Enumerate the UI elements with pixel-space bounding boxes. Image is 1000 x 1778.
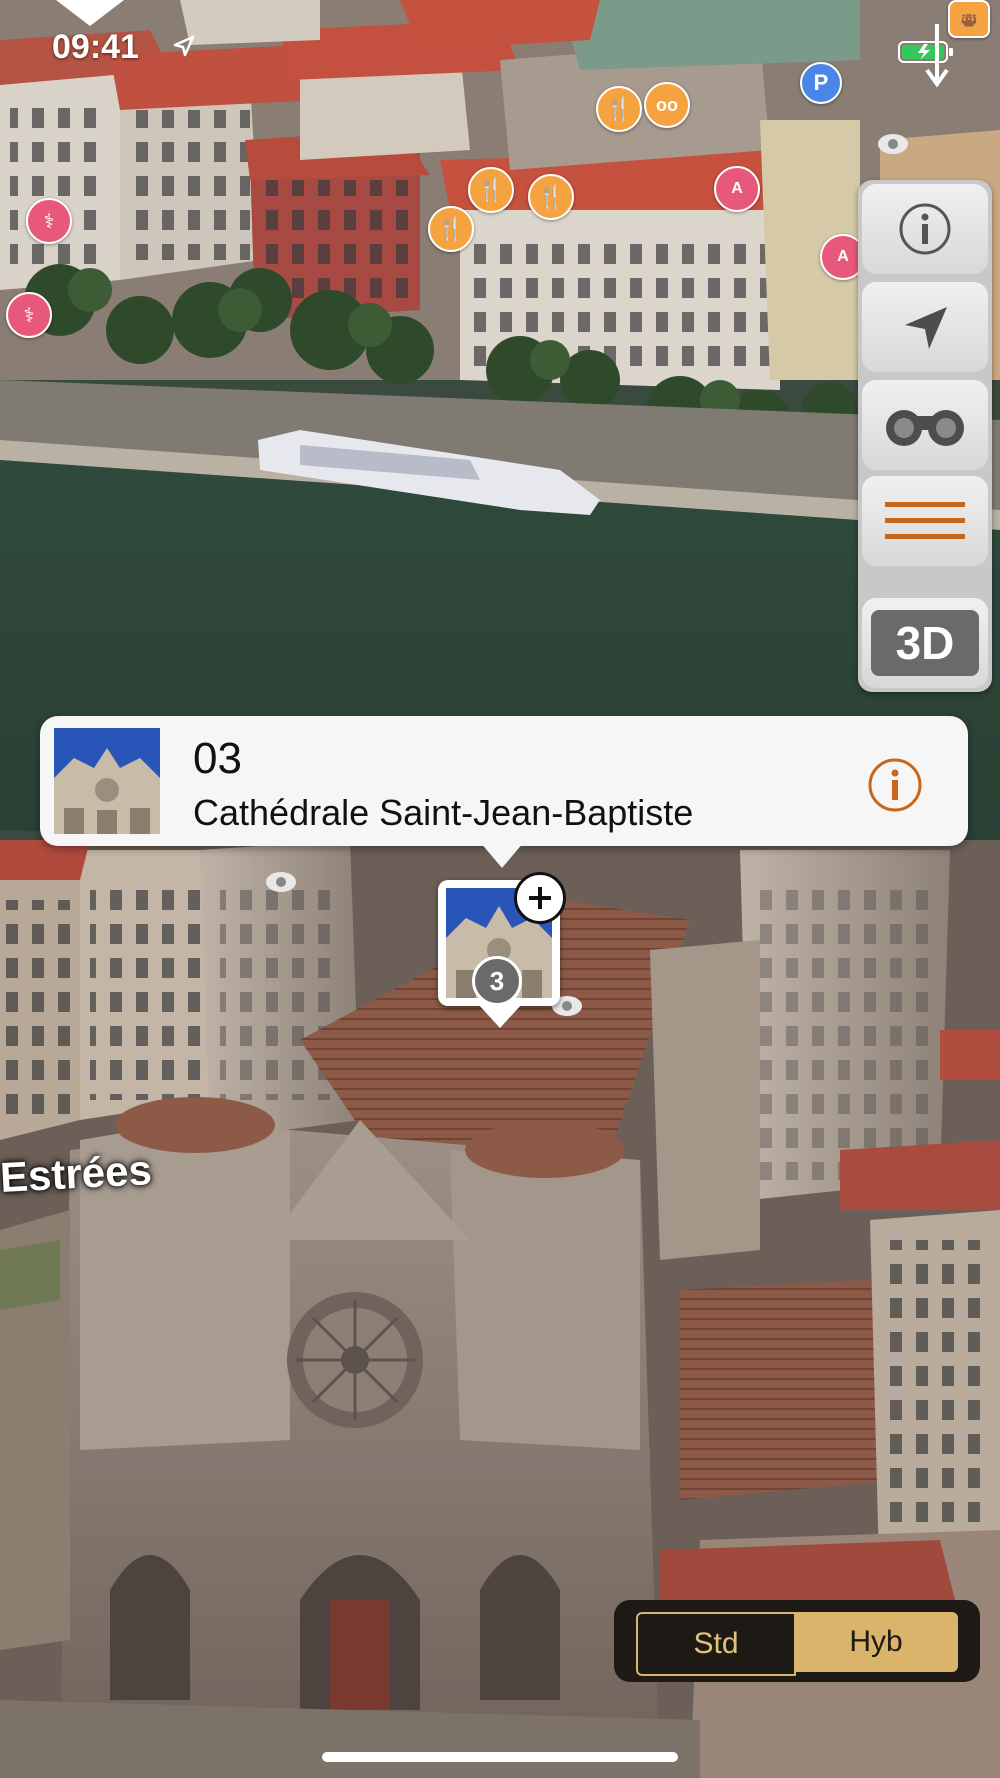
- poi-restaurant-4[interactable]: 🍴: [428, 206, 474, 252]
- location-arrow-icon: [173, 35, 195, 57]
- poi-shopping-bag[interactable]: 👜: [948, 0, 990, 38]
- three-d-button[interactable]: 3D: [862, 598, 988, 688]
- place-number: 03: [193, 734, 242, 783]
- marker-badge: 3: [472, 956, 522, 1006]
- info-button[interactable]: [862, 184, 988, 274]
- binoculars-icon: [886, 410, 964, 446]
- glasses-icon: oo: [656, 94, 678, 115]
- home-indicator[interactable]: [322, 1752, 678, 1762]
- info-icon: [899, 203, 951, 255]
- info-icon[interactable]: [866, 756, 924, 814]
- shopping-icon: 👜: [959, 11, 979, 28]
- three-d-label: 3D: [895, 617, 955, 669]
- marker-pointer: [478, 1004, 522, 1028]
- poi-medical-2[interactable]: ⚕: [6, 292, 52, 338]
- shopping-icon: A: [837, 248, 849, 265]
- poi-restaurant-2[interactable]: 🍴: [468, 167, 514, 213]
- restaurant-icon: 🍴: [437, 216, 465, 241]
- map-type-segmented-control: Std Hyb: [614, 1600, 980, 1682]
- navigation-arrow-icon: [905, 307, 947, 349]
- place-title: Cathédrale Saint-Jean-Baptiste: [193, 792, 694, 833]
- map-dot: [878, 134, 908, 154]
- add-icon: [529, 887, 551, 909]
- add-button[interactable]: [514, 872, 566, 924]
- restaurant-icon: 🍴: [605, 96, 633, 121]
- menu-button[interactable]: [862, 476, 988, 566]
- poi-parking[interactable]: P: [800, 62, 842, 104]
- marker-badge-number: 3: [489, 965, 505, 996]
- shopping-icon: A: [731, 180, 743, 197]
- three-d-badge: 3D: [871, 610, 979, 676]
- medical-icon: ⚕: [23, 304, 35, 327]
- restaurant-icon: 🍴: [537, 184, 565, 209]
- locate-button[interactable]: [862, 282, 988, 372]
- restaurant-icon: 🍴: [477, 177, 505, 202]
- callout-pointer: [480, 842, 524, 868]
- poi-shop-1[interactable]: A: [714, 166, 760, 212]
- street-label: Estrées: [0, 1146, 153, 1201]
- segment-hyb[interactable]: Hyb: [794, 1612, 958, 1672]
- poi-glasses[interactable]: oo: [644, 82, 690, 128]
- segment-std[interactable]: Std: [636, 1612, 796, 1676]
- place-callout[interactable]: 03 Cathédrale Saint-Jean-Baptiste: [40, 716, 968, 846]
- poi-restaurant-3[interactable]: 🍴: [528, 174, 574, 220]
- place-thumbnail: [54, 728, 160, 834]
- status-time: 09:41: [52, 28, 139, 66]
- poi-restaurant-1[interactable]: 🍴: [596, 86, 642, 132]
- download-arrow-icon: [925, 24, 949, 88]
- menu-icon: [885, 502, 965, 539]
- poi-medical-1[interactable]: ⚕: [26, 198, 72, 244]
- look-around-button[interactable]: [862, 380, 988, 470]
- parking-icon: P: [813, 70, 829, 95]
- medical-icon: ⚕: [43, 210, 55, 233]
- map-pin-top: [56, 0, 124, 26]
- map-dot: [266, 872, 296, 892]
